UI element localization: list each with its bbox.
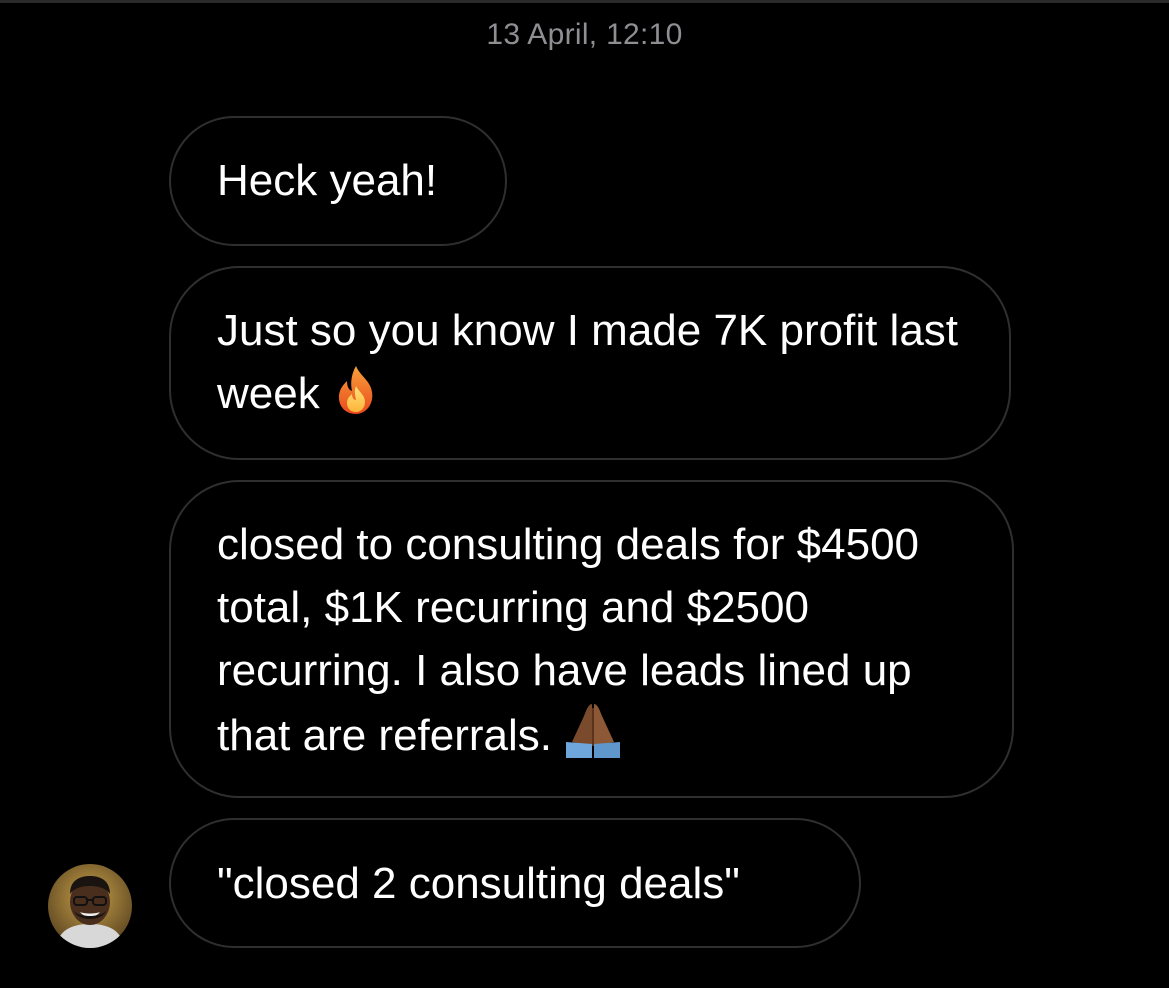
message-timestamp: 13 April, 12:10	[486, 18, 683, 51]
message-bubble[interactable]: closed to consulting deals for $4500 tot…	[169, 480, 1014, 798]
message-bubble[interactable]: "closed 2 consulting deals"	[169, 818, 861, 948]
top-divider	[0, 0, 1169, 3]
sender-avatar[interactable]	[48, 864, 132, 948]
folded-hands-icon	[562, 702, 624, 775]
message-bubble[interactable]: Heck yeah!	[169, 116, 507, 246]
person-avatar-icon	[48, 864, 132, 948]
message-text: Heck yeah!	[217, 156, 438, 205]
message-bubble[interactable]: Just so you know I made 7K profit last w…	[169, 266, 1011, 460]
message-text: "closed 2 consulting deals"	[217, 859, 740, 908]
fire-icon	[330, 364, 382, 433]
message-text: Just so you know I made 7K profit last w…	[217, 306, 959, 418]
